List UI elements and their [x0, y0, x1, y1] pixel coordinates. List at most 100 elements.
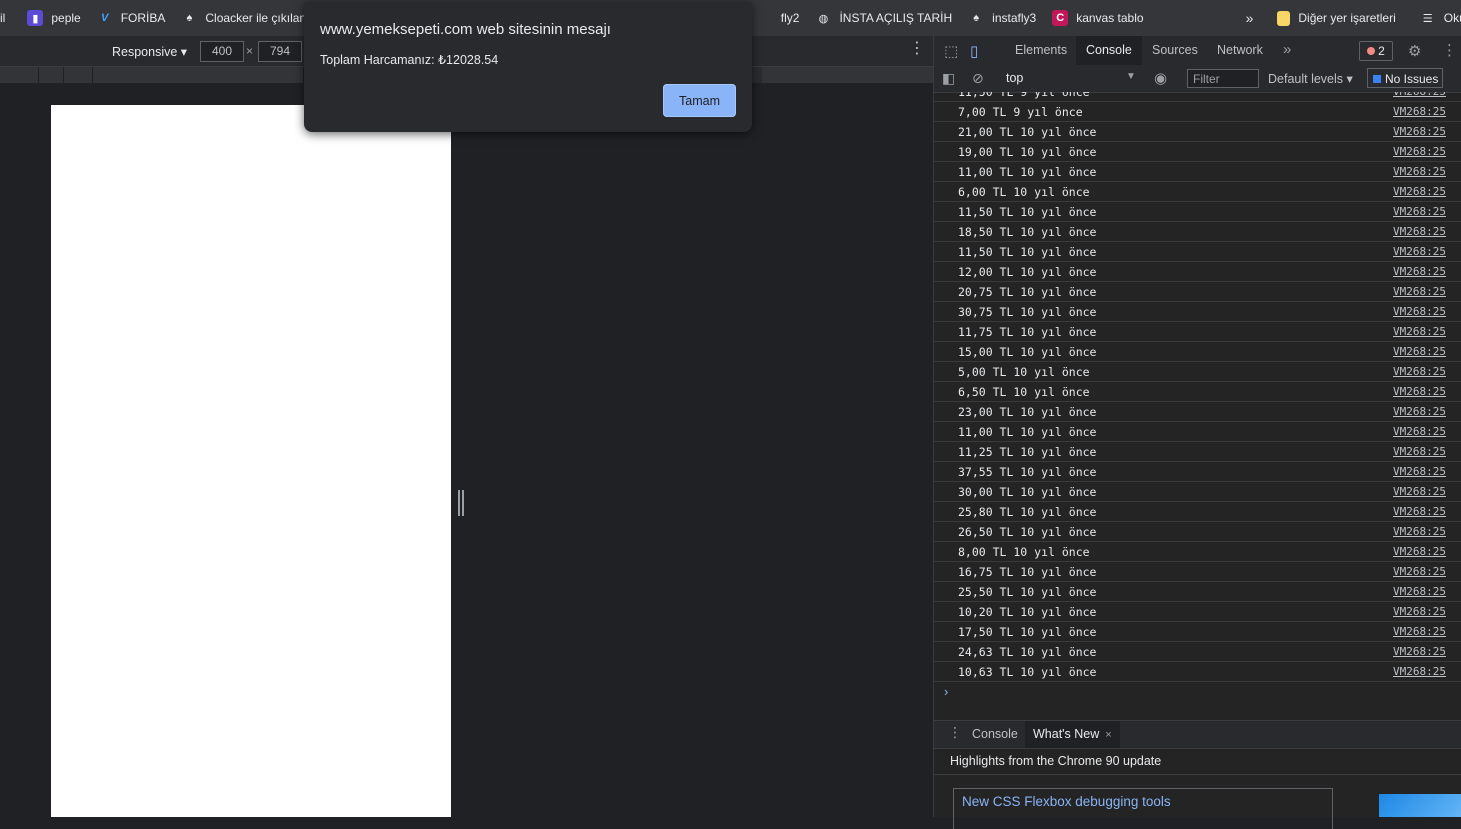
ruler-segment[interactable]	[0, 67, 39, 83]
log-source-link[interactable]: VM268:25	[1393, 125, 1446, 138]
console-log-row: 15,00 TL 10 yıl önce VM268:25	[934, 342, 1461, 362]
gear-icon[interactable]: ⚙	[1408, 42, 1421, 60]
more-options-icon[interactable]: ⋮	[909, 41, 925, 57]
log-source-link[interactable]: VM268:25	[1393, 585, 1446, 598]
console-log-row: 25,50 TL 10 yıl önce VM268:25	[934, 582, 1461, 602]
bookmark-label: Diğer yer işaretleri	[1298, 11, 1396, 25]
kebab-menu-icon[interactable]: ⋮	[1442, 41, 1457, 59]
tab-console[interactable]: Console	[1076, 36, 1142, 65]
tab-network[interactable]: Network	[1207, 36, 1273, 65]
bookmark-item[interactable]: il	[0, 0, 13, 36]
error-icon	[1367, 47, 1376, 55]
bookmark-kanvas-tablo[interactable]: C kanvas tablo	[1044, 0, 1151, 36]
log-source-link[interactable]: VM268:25	[1393, 285, 1446, 298]
clear-console-icon[interactable]: ⊘	[972, 70, 984, 87]
log-message: 26,50 TL 10 yıl önce	[958, 525, 1097, 539]
drawer-tab-console[interactable]: Console	[964, 721, 1026, 748]
log-source-link[interactable]: VM268:25	[1393, 205, 1446, 218]
tab-sources[interactable]: Sources	[1142, 36, 1208, 65]
log-source-link[interactable]: VM268:25	[1393, 92, 1446, 98]
kebab-menu-icon[interactable]: ⋮	[948, 725, 962, 739]
bookmark-peple[interactable]: ▮ peple	[13, 0, 88, 36]
drawer-tab-whats-new[interactable]: What's New ×	[1025, 721, 1120, 748]
log-source-link[interactable]: VM268:25	[1393, 345, 1446, 358]
log-source-link[interactable]: VM268:25	[1393, 145, 1446, 158]
bookmarks-overflow-button[interactable]: »	[1238, 0, 1262, 36]
whats-new-heading: Highlights from the Chrome 90 update	[950, 754, 1162, 768]
bookmark-fly2[interactable]: fly2	[773, 0, 808, 36]
ruler-segment[interactable]	[93, 67, 304, 83]
console-log-row: 10,63 TL 10 yıl önce VM268:25	[934, 662, 1461, 682]
log-source-link[interactable]: VM268:25	[1393, 325, 1446, 338]
ok-button[interactable]: Tamam	[663, 84, 736, 117]
bookmark-label: peple	[51, 11, 81, 25]
log-source-link[interactable]: VM268:25	[1393, 445, 1446, 458]
log-source-link[interactable]: VM268:25	[1393, 625, 1446, 638]
log-source-link[interactable]: VM268:25	[1393, 185, 1446, 198]
log-source-link[interactable]: VM268:25	[1393, 265, 1446, 278]
canva-icon: C	[1052, 10, 1069, 26]
log-source-link[interactable]: VM268:25	[1393, 485, 1446, 498]
bookmark-label: il	[0, 11, 6, 25]
log-source-link[interactable]: VM268:25	[1393, 105, 1446, 118]
console-log-row: 17,50 TL 10 yıl önce VM268:25	[934, 622, 1461, 642]
tab-elements[interactable]: Elements	[1005, 36, 1077, 65]
log-source-link[interactable]: VM268:25	[1393, 565, 1446, 578]
log-source-link[interactable]: VM268:25	[1393, 165, 1446, 178]
emulated-page[interactable]	[51, 105, 451, 817]
ruler-segment[interactable]	[39, 67, 64, 83]
log-source-link[interactable]: VM268:25	[1393, 225, 1446, 238]
issues-label: No Issues	[1385, 72, 1439, 86]
device-toolbar-toggle-icon[interactable]: ▯	[970, 42, 978, 60]
log-source-link[interactable]: VM268:25	[1393, 385, 1446, 398]
log-source-link[interactable]: VM268:25	[1393, 605, 1446, 618]
bookmark-label: İNSTA AÇILIŞ TARİH	[839, 11, 953, 25]
whats-new-link[interactable]: New CSS Flexbox debugging tools	[962, 794, 1171, 809]
spy-icon: ♠	[186, 12, 193, 24]
ruler-segment[interactable]	[64, 67, 93, 83]
bookmark-instafly3[interactable]: ♠ instafly3	[960, 0, 1044, 36]
log-source-link[interactable]: VM268:25	[1393, 645, 1446, 658]
bookmark-foriba[interactable]: V FORİBA	[89, 0, 174, 36]
drawer-tabbar: ⋮ Console What's New ×	[934, 720, 1461, 749]
context-selector[interactable]: top	[1006, 71, 1023, 85]
inspect-element-icon[interactable]: ⬚	[944, 42, 958, 60]
log-source-link[interactable]: VM268:25	[1393, 545, 1446, 558]
ruler-segment[interactable]	[762, 67, 934, 83]
reading-list-button[interactable]: ☰ Okuma list	[1412, 0, 1461, 36]
more-tabs-icon[interactable]: »	[1283, 41, 1291, 58]
log-source-link[interactable]: VM268:25	[1393, 365, 1446, 378]
console-log-row: 30,75 TL 10 yıl önce VM268:25	[934, 302, 1461, 322]
log-levels-dropdown[interactable]: Default levels ▾	[1268, 71, 1353, 86]
log-source-link[interactable]: VM268:25	[1393, 245, 1446, 258]
sidebar-toggle-icon[interactable]: ◧	[942, 70, 955, 87]
whats-new-card[interactable]: New CSS Flexbox debugging tools	[953, 788, 1333, 829]
log-message: 30,75 TL 10 yıl önce	[958, 305, 1097, 319]
viewport-width-input[interactable]: 400	[200, 41, 244, 62]
log-message: 11,25 TL 10 yıl önce	[958, 445, 1097, 459]
alert-dialog: www.yemeksepeti.com web sitesinin mesajı…	[304, 2, 752, 132]
divider	[934, 774, 1461, 775]
issues-button[interactable]: No Issues	[1367, 68, 1443, 88]
log-message: 12,00 TL 10 yıl önce	[958, 265, 1097, 279]
resize-handle[interactable]	[458, 490, 464, 516]
error-count-badge[interactable]: 2	[1359, 41, 1393, 61]
viewport-height-input[interactable]: 794	[258, 41, 302, 62]
console-log-row: 24,63 TL 10 yıl önce VM268:25	[934, 642, 1461, 662]
devtools-tabbar: ⬚ ▯ Elements Console Sources Network » 2…	[934, 36, 1461, 66]
close-icon[interactable]: ×	[1105, 729, 1111, 741]
log-source-link[interactable]: VM268:25	[1393, 425, 1446, 438]
console-prompt[interactable]: ›	[944, 684, 948, 699]
log-source-link[interactable]: VM268:25	[1393, 665, 1446, 678]
log-source-link[interactable]: VM268:25	[1393, 505, 1446, 518]
log-source-link[interactable]: VM268:25	[1393, 405, 1446, 418]
log-source-link[interactable]: VM268:25	[1393, 465, 1446, 478]
bookmark-insta-acilis[interactable]: ◍ İNSTA AÇILIŞ TARİH	[807, 0, 960, 36]
log-source-link[interactable]: VM268:25	[1393, 525, 1446, 538]
filter-input[interactable]: Filter	[1187, 69, 1259, 88]
error-count: 2	[1378, 44, 1385, 58]
eye-icon[interactable]: ◉	[1154, 69, 1167, 87]
log-source-link[interactable]: VM268:25	[1393, 305, 1446, 318]
device-mode-select[interactable]: Responsive ▾	[112, 44, 187, 59]
other-bookmarks-folder[interactable]: Diğer yer işaretleri	[1269, 0, 1403, 36]
